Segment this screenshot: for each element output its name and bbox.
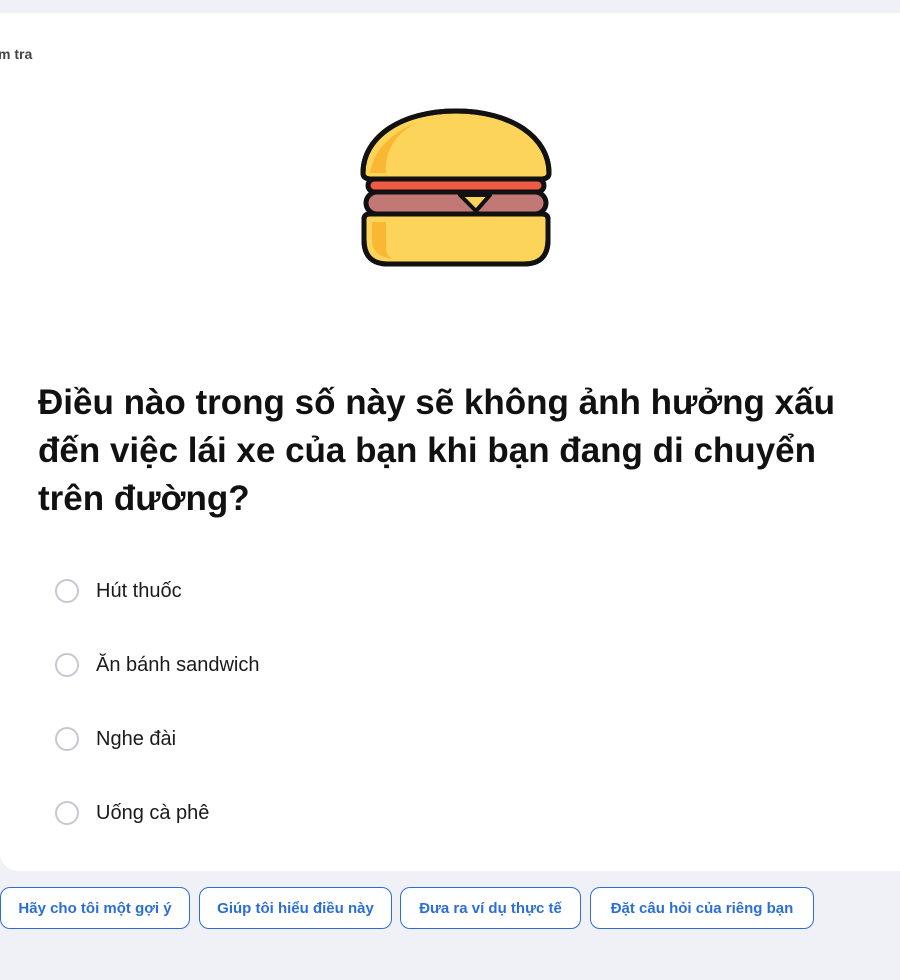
answer-option[interactable]: Nghe đài	[55, 727, 176, 751]
quiz-card: m tra Điều nào trong số này sẽ không ảnh…	[0, 13, 900, 871]
radio-button[interactable]	[55, 579, 79, 603]
explain-button[interactable]: Giúp tôi hiểu điều này	[199, 887, 392, 929]
answer-option[interactable]: Uống cà phê	[55, 801, 209, 825]
radio-button[interactable]	[55, 653, 79, 677]
hamburger-icon	[356, 107, 556, 272]
hint-button[interactable]: Hãy cho tôi một gợi ý	[0, 887, 190, 929]
answer-option[interactable]: Hút thuốc	[55, 579, 182, 603]
radio-button[interactable]	[55, 727, 79, 751]
answer-option-label: Uống cà phê	[96, 801, 210, 824]
answer-option[interactable]: Ăn bánh sandwich	[55, 653, 259, 677]
breadcrumb: m tra	[0, 46, 33, 62]
answer-option-label: Ăn bánh sandwich	[96, 653, 260, 676]
answer-option-label: Hút thuốc	[96, 579, 182, 602]
ask-own-question-button[interactable]: Đặt câu hỏi của riêng bạn	[590, 887, 814, 929]
question-text: Điều nào trong số này sẽ không ảnh hưởng…	[38, 383, 835, 518]
real-example-button[interactable]: Đưa ra ví dụ thực tế	[400, 887, 581, 929]
radio-button[interactable]	[55, 801, 79, 825]
answer-option-label: Nghe đài	[96, 727, 177, 750]
